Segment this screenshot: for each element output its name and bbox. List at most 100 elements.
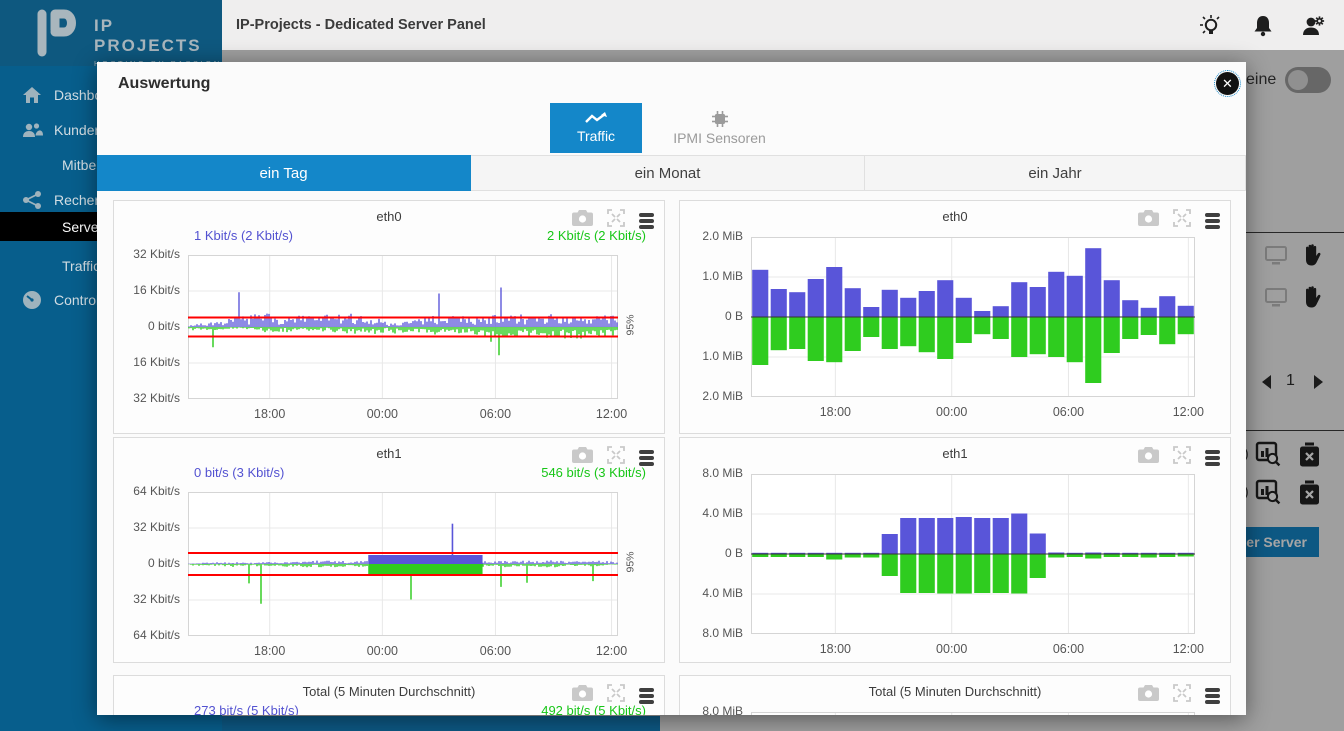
notifications-bell-icon[interactable] (1250, 13, 1276, 39)
chart-card-eth0: eth02.0 MiB1.0 MiB0 B1.0 MiB2.0 MiB18:00… (679, 200, 1231, 434)
y-axis-tick: 4.0 MiB (681, 586, 743, 600)
tab-ipmi-label: IPMI Sensoren (673, 130, 766, 146)
outbound-label: 546 bit/s (3 Kbit/s) (541, 465, 646, 480)
idea-bulb-icon[interactable] (1198, 13, 1224, 39)
inbound-label: 0 bit/s (3 Kbit/s) (194, 465, 284, 480)
x-axis-tick: 18:00 (820, 642, 851, 656)
inbound-label: 1 Kbit/s (2 Kbit/s) (194, 228, 293, 243)
y-axis-tick: 1.0 MiB (681, 349, 743, 363)
x-axis-tick: 12:00 (1173, 405, 1204, 419)
auswertung-modal: Auswertung ✕ Traffic IPMI Sensoren ein T… (97, 62, 1246, 715)
chip-icon (711, 111, 729, 127)
subtab-ein-monat[interactable]: ein Monat (471, 155, 865, 191)
logo-mark-icon (28, 8, 80, 58)
sidebar-item-label: Dashbo (54, 87, 102, 103)
share-icon (22, 190, 42, 210)
x-axis-tick: 00:00 (367, 407, 398, 421)
chart-card-eth1: eth10 bit/s (3 Kbit/s)546 bit/s (3 Kbit/… (113, 437, 665, 663)
logo[interactable]: IP PROJECTS HOSTING BY PASSION (0, 0, 222, 66)
chart-menu-icon[interactable] (639, 450, 654, 466)
x-axis-tick: 18:00 (254, 407, 285, 421)
outbound-label: 492 bit/s (5 Kbit/s) (541, 703, 646, 715)
x-axis-tick: 18:00 (820, 405, 851, 419)
y-axis-tick: 64 Kbit/s (118, 628, 180, 642)
chart-canvas (751, 474, 1195, 634)
chart-menu-icon[interactable] (1205, 213, 1220, 229)
tab-ipmi-sensoren[interactable]: IPMI Sensoren (642, 103, 797, 153)
gauge-icon (22, 290, 42, 310)
y-axis-tick: 32 Kbit/s (118, 520, 180, 534)
chart-toolbar (1138, 209, 1220, 232)
outbound-label: 2 Kbit/s (2 Kbit/s) (547, 228, 646, 243)
close-icon[interactable]: ✕ (1216, 72, 1239, 95)
home-icon (22, 85, 42, 105)
y-axis-tick: 32 Kbit/s (118, 391, 180, 405)
y-axis-tick: 8.0 MiB (681, 704, 743, 715)
fullscreen-expand-icon[interactable] (1173, 209, 1191, 232)
chart-canvas (751, 712, 1195, 715)
sidebar-item-label: Mitbe (62, 157, 96, 173)
x-axis-tick: 00:00 (367, 644, 398, 658)
chart-toolbar (1138, 446, 1220, 469)
fullscreen-expand-icon[interactable] (1173, 684, 1191, 707)
chart-card-total-5-minuten-durchschnitt-: Total (5 Minuten Durchschnitt)273 bit/s … (113, 675, 665, 715)
chart-card-eth1: eth18.0 MiB4.0 MiB0 B4.0 MiB8.0 MiB18:00… (679, 437, 1231, 663)
users-icon (22, 120, 42, 140)
sidebar-item-label: Recher (54, 192, 99, 208)
chart-card-eth0: eth01 Kbit/s (2 Kbit/s)2 Kbit/s (2 Kbit/… (113, 200, 665, 434)
x-axis-tick: 18:00 (254, 644, 285, 658)
y-axis-tick: 32 Kbit/s (118, 592, 180, 606)
y-axis-tick: 16 Kbit/s (118, 283, 180, 297)
snapshot-camera-icon[interactable] (1138, 685, 1159, 706)
modal-title: Auswertung (118, 75, 210, 93)
x-axis-tick: 06:00 (480, 407, 511, 421)
percentile-label: 95% (625, 551, 637, 572)
y-axis-tick: 64 Kbit/s (118, 484, 180, 498)
chart-canvas (751, 237, 1195, 397)
subtab-ein-jahr[interactable]: ein Jahr (865, 155, 1246, 191)
sidebar-item-label: Traffic (62, 258, 100, 274)
y-axis-tick: 0 B (681, 546, 743, 560)
y-axis-tick: 0 bit/s (118, 319, 180, 333)
chart-card-total-5-minuten-durchschnitt-: Total (5 Minuten Durchschnitt)8.0 MiB4.0… (679, 675, 1231, 715)
chart-menu-icon[interactable] (639, 213, 654, 229)
app-title: IP-Projects - Dedicated Server Panel (236, 17, 486, 33)
x-axis-tick: 00:00 (936, 642, 967, 656)
snapshot-camera-icon[interactable] (1138, 447, 1159, 468)
y-axis-tick: 2.0 MiB (681, 229, 743, 243)
fullscreen-expand-icon[interactable] (1173, 446, 1191, 469)
y-axis-tick: 2.0 MiB (681, 389, 743, 403)
x-axis-tick: 06:00 (1053, 405, 1084, 419)
tab-traffic[interactable]: Traffic (550, 103, 642, 153)
chart-menu-icon[interactable] (1205, 688, 1220, 704)
x-axis-tick: 12:00 (1173, 642, 1204, 656)
y-axis-tick: 32 Kbit/s (118, 247, 180, 261)
logo-name: IP PROJECTS (94, 16, 222, 56)
sidebar-item-label: Kunder (54, 122, 99, 138)
user-settings-icon[interactable] (1300, 13, 1326, 39)
y-axis-tick: 16 Kbit/s (118, 355, 180, 369)
chart-toolbar (1138, 684, 1220, 707)
chart-canvas (188, 255, 618, 399)
line-chart-icon (585, 112, 607, 125)
chart-menu-icon[interactable] (639, 688, 654, 704)
y-axis-tick: 0 bit/s (118, 556, 180, 570)
y-axis-tick: 1.0 MiB (681, 269, 743, 283)
y-axis-tick: 0 B (681, 309, 743, 323)
x-axis-tick: 00:00 (936, 405, 967, 419)
y-axis-tick: 8.0 MiB (681, 466, 743, 480)
tab-traffic-label: Traffic (577, 128, 615, 144)
snapshot-camera-icon[interactable] (1138, 210, 1159, 231)
percentile-label: 95% (625, 314, 637, 335)
x-axis-tick: 12:00 (596, 407, 627, 421)
chart-menu-icon[interactable] (1205, 450, 1220, 466)
inbound-label: 273 bit/s (5 Kbit/s) (194, 703, 299, 715)
chart-canvas (188, 492, 618, 636)
y-axis-tick: 8.0 MiB (681, 626, 743, 640)
sidebar-item-label: Control (54, 292, 99, 308)
x-axis-tick: 06:00 (480, 644, 511, 658)
x-axis-tick: 06:00 (1053, 642, 1084, 656)
x-axis-tick: 12:00 (596, 644, 627, 658)
subtab-ein-tag[interactable]: ein Tag (97, 155, 471, 191)
y-axis-tick: 4.0 MiB (681, 506, 743, 520)
